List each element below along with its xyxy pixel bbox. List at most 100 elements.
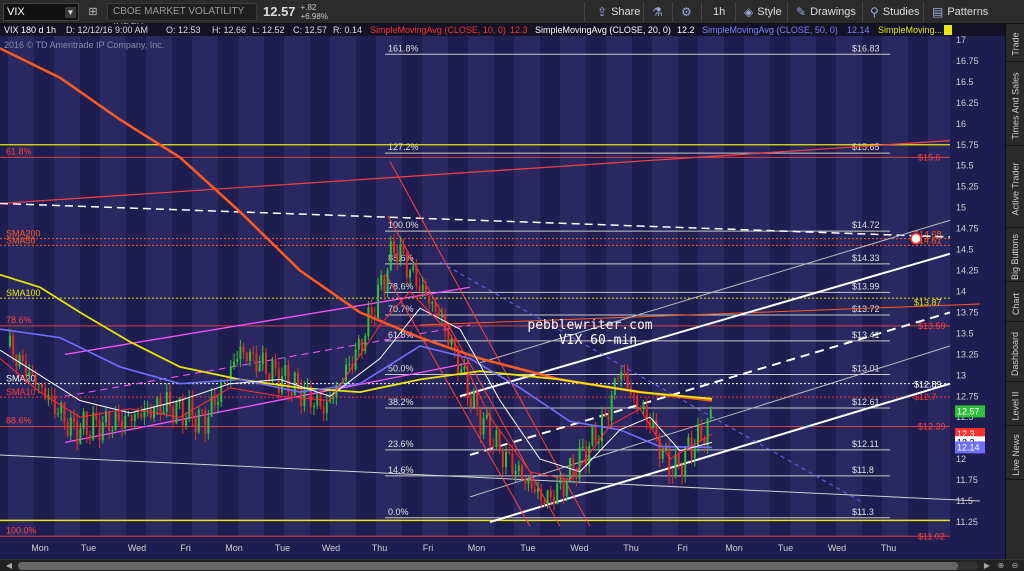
candle-body	[41, 384, 43, 388]
candle-body	[73, 417, 75, 422]
y-axis-tick: 15.5	[956, 161, 974, 171]
candle-body	[489, 414, 491, 446]
candle-body	[511, 453, 514, 475]
candle-body	[505, 451, 507, 468]
session-stripe	[744, 24, 770, 559]
scroll-thumb[interactable]	[18, 562, 958, 570]
style-button[interactable]: ◈ Style	[744, 2, 782, 22]
low-value: L: 12.52	[252, 25, 285, 35]
candle-body	[562, 479, 565, 497]
toolbar-divider	[862, 2, 863, 22]
candle-body	[668, 447, 671, 476]
candle-body	[137, 413, 139, 415]
candle-body	[274, 359, 277, 369]
symbol-selector[interactable]: VIX ▼	[3, 2, 79, 21]
side-tab-times-and-sales[interactable]: Times And Sales	[1006, 66, 1024, 146]
fib-level-percent: 50.0%	[388, 363, 414, 373]
left-fib-percent: 61.8%	[6, 146, 32, 156]
candle-body	[21, 354, 24, 361]
share-button[interactable]: ⇪ Share	[597, 2, 640, 22]
scroll-track[interactable]	[18, 562, 978, 570]
zoom-out-icon[interactable]: ⊖	[1010, 561, 1020, 571]
candle-body	[636, 395, 639, 408]
candle-body	[437, 311, 440, 318]
studies-button[interactable]: ⚲ Studies	[870, 2, 920, 22]
session-stripe	[54, 24, 80, 559]
scroll-left-icon[interactable]: ◀	[4, 561, 14, 571]
candle-body	[581, 446, 584, 448]
symbol-dropdown-icon[interactable]: ▼	[65, 6, 76, 18]
session-stripe	[790, 24, 816, 559]
link-icon[interactable]: ⊞	[85, 4, 101, 20]
patterns-icon: ▤	[932, 5, 944, 19]
toolbar-divider	[584, 2, 585, 22]
session-stripe	[238, 24, 264, 559]
candle-body	[546, 490, 549, 505]
toolbar-divider	[643, 2, 644, 22]
sma-level-label: SMA50	[6, 235, 36, 245]
x-axis-tick: Thu	[623, 543, 639, 553]
candle-body	[697, 425, 699, 448]
y-axis-tick: 15.75	[956, 140, 979, 150]
candle-body	[540, 489, 543, 501]
side-tab-live-news[interactable]: Live News	[1006, 430, 1024, 480]
side-tab-dashboard[interactable]: Dashboard	[1006, 326, 1024, 382]
side-tab-chart[interactable]: Chart	[1006, 286, 1024, 322]
patterns-button[interactable]: ▤ Patterns	[932, 2, 988, 22]
candle-body	[377, 284, 379, 319]
candle-body	[399, 243, 402, 262]
candle-body	[28, 372, 31, 376]
side-tab-level-ii[interactable]: Level II	[1006, 386, 1024, 426]
candle-body	[677, 454, 680, 466]
candle-body	[556, 483, 559, 504]
candle-body	[623, 372, 626, 374]
drawings-button[interactable]: ✎ Drawings	[796, 2, 856, 22]
y-axis-tick: 16	[956, 119, 966, 129]
flask-button[interactable]: ⚗	[652, 2, 663, 22]
side-tab-big-buttons[interactable]: Big Buttons	[1006, 232, 1024, 282]
fib-level-percent: 161.8%	[388, 43, 419, 53]
candle-body	[626, 372, 629, 388]
candle-body	[463, 366, 466, 370]
fib-level-price: $16.83	[852, 43, 880, 53]
x-axis-tick: Mon	[468, 543, 486, 553]
candle-body	[434, 301, 437, 312]
left-fib-price: $15.6	[918, 152, 941, 162]
candle-body	[277, 368, 280, 393]
x-axis-tick: Tue	[275, 543, 290, 553]
side-tab-trade[interactable]: Trade	[1006, 26, 1024, 62]
scroll-right-icon[interactable]: ▶	[982, 561, 992, 571]
chart-canvas[interactable]: VIX 180 d 1h D: 12/12/16 9:00 AM O: 12.53 H…	[0, 24, 1005, 559]
candle-body	[165, 391, 168, 412]
period-button[interactable]: 1h	[713, 2, 725, 22]
close-value: C: 12.57	[293, 25, 327, 35]
copyright-text: 2016 © TD Ameritrade IP Company, Inc.	[4, 40, 164, 50]
side-tab-active-trader[interactable]: Active Trader	[1006, 150, 1024, 228]
settings-button[interactable]: ⚙	[681, 2, 692, 22]
cursor-date: D: 12/12/16 9:00 AM	[66, 25, 148, 35]
x-axis-tick: Fri	[180, 543, 191, 553]
candle-body	[642, 405, 645, 409]
candle-body	[9, 335, 11, 346]
price-chart-area[interactable]: VIX 180 d 1h D: 12/12/16 9:00 AM O: 12.53 H…	[0, 24, 1005, 559]
chart-scrollbar[interactable]: ◀ ▶ ⊕ ⊖	[0, 559, 1024, 571]
left-fib-price: $13.59	[918, 321, 946, 331]
x-axis-tick: Fri	[423, 543, 434, 553]
candle-body	[322, 406, 325, 414]
price-badge-value: 12.57	[957, 406, 980, 416]
side-tab-label: Dashboard	[1010, 331, 1021, 376]
pencil-icon: ✎	[796, 5, 807, 19]
candle-body	[361, 338, 363, 352]
watermark-line-1: pebblewriter.com	[527, 318, 652, 333]
net-change: +.82	[300, 2, 317, 12]
candle-body	[610, 395, 613, 421]
candle-body	[159, 398, 162, 415]
candle-body	[594, 425, 597, 443]
fib-level-price: $11.8	[852, 465, 874, 475]
side-tab-label: Trade	[1010, 31, 1021, 56]
candle-body	[684, 446, 687, 477]
x-axis-panel	[0, 536, 1005, 559]
candle-body	[12, 335, 15, 355]
zoom-icon[interactable]: ⊕	[996, 561, 1006, 571]
candle-body	[578, 447, 581, 479]
